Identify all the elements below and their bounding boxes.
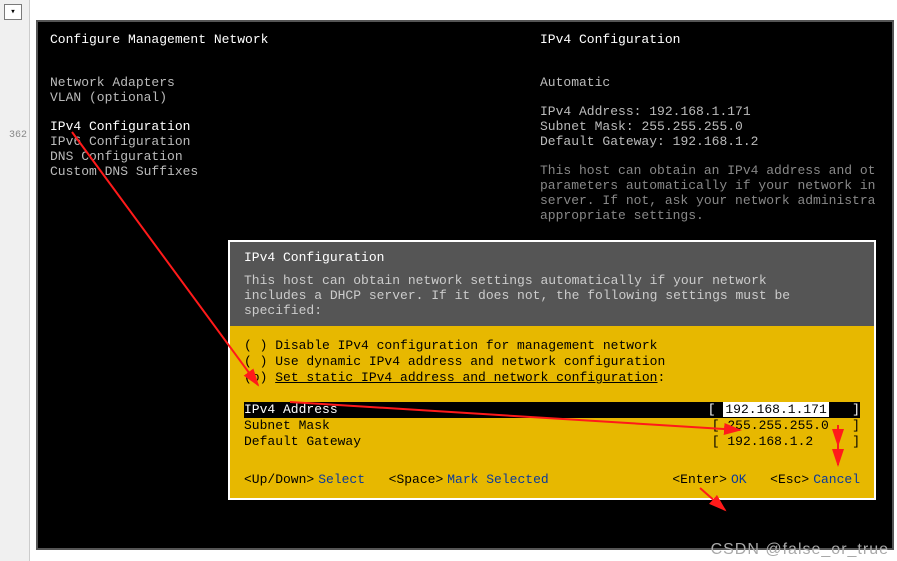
dialog-header: IPv4 Configuration This host can obtain … (230, 242, 874, 326)
legend-enter-key: <Enter> (672, 472, 727, 488)
description-l2: parameters automatically if your network… (540, 178, 880, 193)
dialog-help-l3: specified: (244, 303, 860, 318)
menu-custom-dns-suffixes[interactable]: Custom DNS Suffixes (50, 164, 540, 179)
menu-vlan[interactable]: VLAN (optional) (50, 90, 540, 105)
default-gateway-value: 192.168.1.2 (673, 134, 759, 149)
field-subnet-mask-label: Subnet Mask (244, 418, 330, 434)
menu-ipv6-configuration[interactable]: IPv6 Configuration (50, 134, 540, 149)
ipv4-address-value: 192.168.1.171 (649, 104, 750, 119)
field-ipv4-address[interactable]: IPv4 Address [ 192.168.1.171 ] (244, 402, 860, 418)
menu-dns-configuration[interactable]: DNS Configuration (50, 149, 540, 164)
ok-button[interactable]: OK (731, 472, 747, 488)
dialog-legend: <Up/Down> Select <Space> Mark Selected <… (244, 472, 860, 488)
field-ipv4-address-label: IPv4 Address (244, 402, 338, 418)
legend-esc-key: <Esc> (770, 472, 809, 488)
description-l3: server. If not, ask your network adminis… (540, 193, 880, 208)
page-title-left: Configure Management Network (50, 32, 540, 47)
subnet-mask-label: Subnet Mask: (540, 119, 634, 134)
subnet-mask-value: 255.255.255.0 (641, 119, 742, 134)
dialog-help-l1: This host can obtain network settings au… (244, 273, 860, 288)
dropdown-stub[interactable]: ▾ (4, 4, 22, 20)
ipv4-configuration-dialog: IPv4 Configuration This host can obtain … (228, 240, 876, 500)
field-ipv4-address-value[interactable]: 192.168.1.171 (723, 402, 828, 417)
dialog-title: IPv4 Configuration (244, 250, 860, 265)
option-static-ipv4[interactable]: (o) Set static IPv4 address and network … (244, 370, 860, 386)
field-default-gateway-label: Default Gateway (244, 434, 361, 450)
page-title-right: IPv4 Configuration (540, 32, 880, 47)
legend-mark: Mark Selected (447, 472, 548, 488)
description-l1: This host can obtain an IPv4 address and… (540, 163, 880, 178)
default-gateway-label: Default Gateway: (540, 134, 665, 149)
line-number: 362 (9, 130, 27, 141)
legend-updown-key: <Up/Down> (244, 472, 314, 488)
editor-gutter: 362 (0, 0, 30, 561)
field-default-gateway[interactable]: Default Gateway [ 192.168.1.2 ] (244, 434, 860, 450)
subnet-mask-line: Subnet Mask: 255.255.255.0 (540, 119, 880, 134)
ipv4-address-line: IPv4 Address: 192.168.1.171 (540, 104, 880, 119)
field-subnet-mask-value[interactable]: 255.255.255.0 (727, 418, 828, 433)
field-default-gateway-value[interactable]: 192.168.1.2 (727, 434, 813, 449)
field-subnet-mask[interactable]: Subnet Mask [ 255.255.255.0 ] (244, 418, 860, 434)
cancel-button[interactable]: Cancel (813, 472, 860, 488)
menu-ipv4-configuration[interactable]: IPv4 Configuration (50, 119, 540, 134)
ipv4-address-label: IPv4 Address: (540, 104, 641, 119)
default-gateway-line: Default Gateway: 192.168.1.2 (540, 134, 880, 149)
mode-value: Automatic (540, 75, 880, 90)
dialog-body: ( ) Disable IPv4 configuration for manag… (230, 326, 874, 498)
description-l4: appropriate settings. (540, 208, 880, 223)
option-disable-ipv4[interactable]: ( ) Disable IPv4 configuration for manag… (244, 338, 860, 354)
legend-space-key: <Space> (389, 472, 444, 488)
legend-select: Select (318, 472, 365, 488)
dialog-help-l2: includes a DHCP server. If it does not, … (244, 288, 860, 303)
menu-network-adapters[interactable]: Network Adapters (50, 75, 540, 90)
option-dynamic-ipv4[interactable]: ( ) Use dynamic IPv4 address and network… (244, 354, 860, 370)
